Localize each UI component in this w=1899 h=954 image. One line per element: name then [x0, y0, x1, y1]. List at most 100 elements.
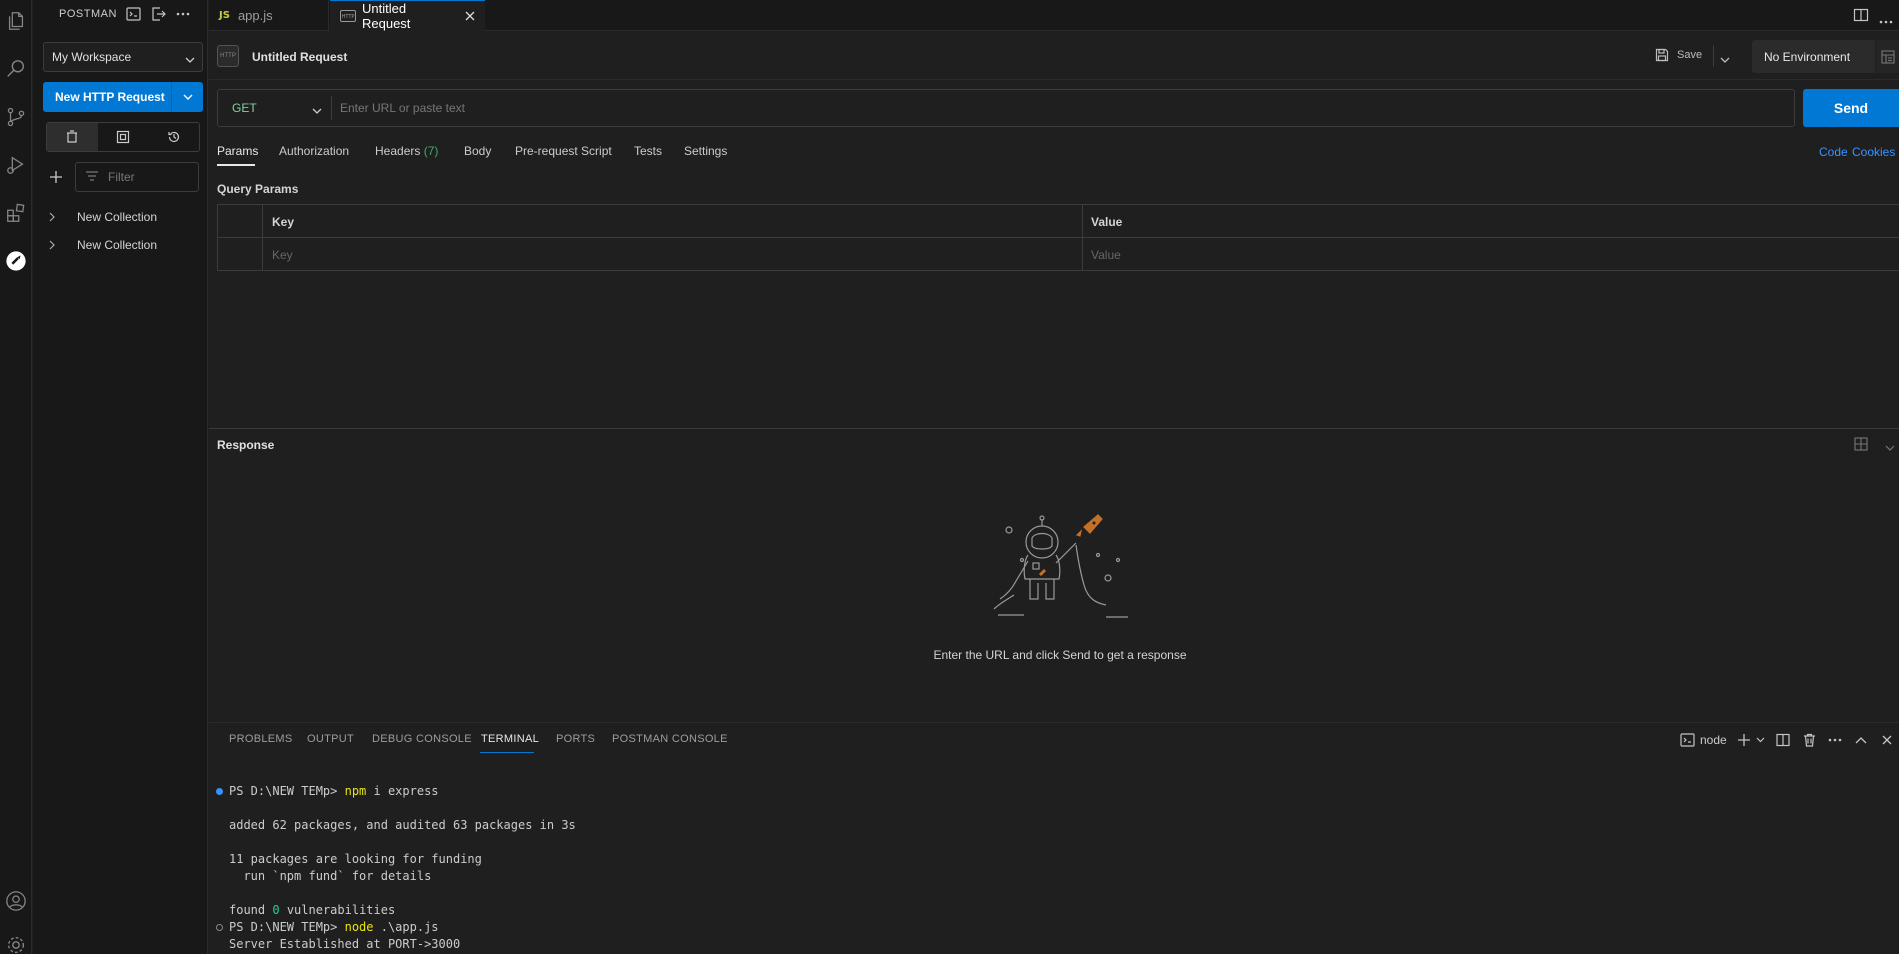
headers-count: (7) — [423, 144, 439, 158]
svg-text:HTTP: HTTP — [342, 14, 355, 20]
terminal-line: added 62 packages, and audited 63 packag… — [229, 818, 576, 832]
terminal-line: PS D:\NEW TEMp> node .\app.js — [229, 920, 439, 934]
tab-settings[interactable]: Settings — [684, 144, 727, 158]
tab-debug-console[interactable]: DEBUG CONSOLE — [372, 733, 472, 745]
terminal-line: found 0 vulnerabilities — [229, 903, 396, 917]
editor-more-icon[interactable] — [1879, 13, 1893, 27]
new-terminal-icon[interactable] — [1736, 732, 1752, 748]
table-header-row: Key Value — [218, 205, 1899, 238]
terminal-icon[interactable] — [125, 6, 141, 22]
close-tab-icon[interactable] — [465, 9, 475, 24]
explorer-icon[interactable] — [3, 8, 29, 34]
save-button[interactable]: Save — [1655, 48, 1702, 62]
collection-label: New Collection — [77, 238, 158, 252]
http-request-icon: HTTP — [340, 10, 356, 22]
history-view-icon[interactable] — [148, 123, 199, 151]
key-input[interactable]: Key — [272, 248, 293, 262]
terminal-line: PS D:\NEW TEMp> npm i express — [229, 784, 439, 798]
url-bar: GET Enter URL or paste text — [217, 89, 1795, 127]
code-link[interactable]: Code — [1819, 145, 1848, 159]
empty-response-message: Enter the URL and click Send to get a re… — [933, 648, 1187, 662]
tab-problems[interactable]: PROBLEMS — [229, 733, 293, 745]
kill-terminal-icon[interactable] — [1801, 732, 1817, 748]
response-title: Response — [217, 438, 275, 452]
value-column-header: Value — [1091, 215, 1123, 229]
filter-input[interactable]: Filter — [75, 162, 199, 192]
tab-params[interactable]: Params — [217, 144, 258, 158]
terminal-selector[interactable]: node — [1680, 733, 1727, 747]
extensions-icon[interactable] — [3, 200, 29, 226]
environment-label: No Environment — [1764, 49, 1851, 64]
active-tab-indicator — [480, 752, 534, 753]
tab-body[interactable]: Body — [464, 144, 491, 158]
layout-toggle-icon[interactable] — [1854, 437, 1868, 454]
table-row: Key Value — [218, 238, 1899, 271]
send-button[interactable]: Send — [1803, 89, 1899, 127]
save-icon — [1655, 48, 1669, 62]
sidebar-title: POSTMAN — [59, 8, 117, 20]
tab-label: Untitled Request — [362, 1, 411, 31]
request-response-divider[interactable] — [209, 428, 1899, 429]
tab-pre-request-script[interactable]: Pre-request Script — [515, 144, 612, 158]
command-success-marker — [216, 788, 223, 795]
tab-ports[interactable]: PORTS — [556, 733, 595, 745]
tab-label: app.js — [237, 8, 273, 23]
collection-label: New Collection — [77, 210, 158, 224]
tab-untitled-request[interactable]: HTTP Untitled Request — [330, 0, 485, 31]
tab-postman-console[interactable]: POSTMAN CONSOLE — [612, 733, 728, 745]
url-input[interactable]: Enter URL or paste text — [340, 101, 465, 115]
new-http-request-label: New HTTP Request — [55, 90, 165, 104]
save-dropdown-icon[interactable] — [1720, 52, 1730, 66]
panel-divider[interactable] — [209, 722, 1899, 723]
chevron-right-icon — [49, 212, 61, 222]
tab-headers-label: Headers — [375, 144, 421, 158]
split-terminal-icon[interactable] — [1775, 732, 1791, 748]
environment-select[interactable]: No Environment — [1752, 40, 1875, 73]
js-file-icon: JS — [219, 10, 230, 21]
run-debug-icon[interactable] — [3, 152, 29, 178]
account-icon[interactable] — [3, 888, 29, 914]
environments-view-icon[interactable] — [98, 123, 149, 151]
filter-placeholder: Filter — [108, 170, 135, 184]
new-http-request-button[interactable]: New HTTP Request — [43, 82, 203, 112]
postman-icon[interactable] — [3, 248, 29, 274]
chevron-down-icon[interactable] — [1885, 440, 1895, 454]
sign-out-icon[interactable] — [150, 6, 166, 22]
tab-authorization[interactable]: Authorization — [279, 144, 349, 158]
settings-gear-icon[interactable] — [3, 932, 29, 954]
http-request-icon: HTTP — [217, 45, 239, 67]
workspace-select[interactable]: My Workspace — [43, 42, 203, 72]
chevron-down-icon[interactable] — [312, 103, 322, 117]
more-actions-icon[interactable] — [1827, 732, 1843, 748]
collections-view-icon[interactable] — [47, 123, 98, 151]
tab-output[interactable]: OUTPUT — [307, 733, 354, 745]
collection-item[interactable]: New Collection — [49, 207, 157, 227]
close-panel-icon[interactable] — [1879, 732, 1895, 748]
chevron-down-icon[interactable] — [1752, 732, 1768, 748]
checkbox-column-divider — [262, 205, 263, 270]
tab-terminal[interactable]: TERMINAL — [481, 733, 539, 745]
chevron-down-icon — [185, 52, 195, 66]
method-select[interactable]: GET — [232, 101, 257, 115]
new-request-dropdown-icon[interactable] — [172, 94, 203, 100]
tab-app-js[interactable]: JS app.js — [209, 0, 329, 31]
more-actions-icon[interactable] — [175, 6, 191, 22]
terminal-icon — [1680, 733, 1695, 747]
header-divider — [209, 79, 1899, 80]
command-running-marker — [216, 924, 223, 931]
collection-item[interactable]: New Collection — [49, 235, 157, 255]
tab-tests[interactable]: Tests — [634, 144, 662, 158]
source-control-icon[interactable] — [3, 104, 29, 130]
shell-label: node — [1700, 733, 1727, 747]
add-collection-icon[interactable] — [49, 170, 63, 184]
terminal-line: Server Established at PORT->3000 — [229, 937, 461, 951]
tab-headers[interactable]: Headers (7) — [375, 144, 438, 158]
value-input[interactable]: Value — [1091, 248, 1121, 262]
search-icon[interactable] — [3, 56, 29, 82]
cookies-link[interactable]: Cookies — [1852, 145, 1895, 159]
maximize-panel-icon[interactable] — [1853, 732, 1869, 748]
environment-quick-look-icon[interactable] — [1876, 40, 1899, 73]
split-editor-icon[interactable] — [1853, 7, 1869, 26]
url-divider — [331, 96, 332, 120]
key-column-header: Key — [272, 215, 295, 229]
